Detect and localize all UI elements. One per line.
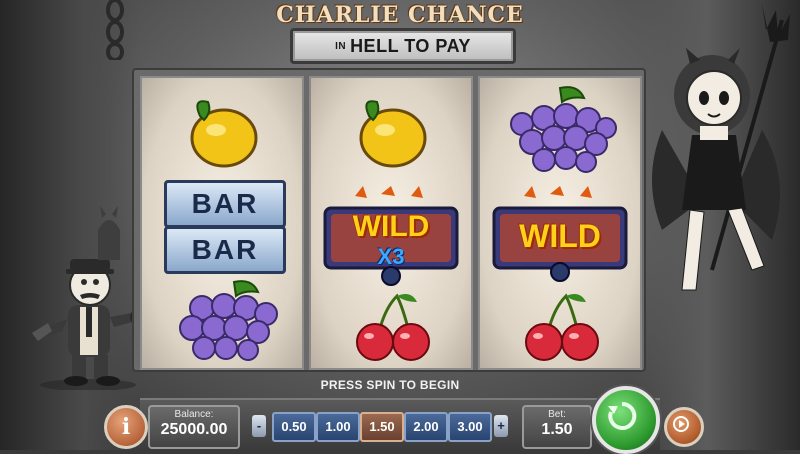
bar-top: BAR [164,180,286,228]
coin-value-button-selected[interactable]: 1.50 [360,412,404,442]
reel-2: WILD X3 [309,76,473,370]
coin-value-button[interactable]: 1.00 [316,412,360,442]
spin-button[interactable] [592,386,660,454]
bar-double-symbol: BAR BAR [164,180,286,274]
grapes-symbol [179,280,278,361]
bar-bottom: BAR [164,226,286,274]
reel-area: BAR BAR WILD X3 WILD [132,68,646,372]
coin-value-button[interactable]: 3.00 [448,412,492,442]
wild-x3-symbol: WILD X3 [319,186,463,286]
cherries-symbol [525,293,599,361]
bar-top-text: BAR [191,188,259,219]
game-title: CHARLIE CHANCE IN HELL TO PAY [270,0,530,64]
reel-3: WILD [478,76,642,370]
bet-display: Bet: 1.50 [522,405,592,449]
coin-value-selector: - 0.50 1.00 1.50 2.00 3.00 + [250,409,512,443]
autoplay-button[interactable] [664,407,704,447]
coin-value-button[interactable]: 0.50 [272,412,316,442]
lemon-symbol [190,100,258,168]
title-sub: IN HELL TO PAY [335,36,471,57]
balance-display: Balance: 25000.00 [148,405,240,449]
balance-value: 25000.00 [160,421,228,438]
wild-symbol: WILD [488,186,632,286]
info-button[interactable]: i [104,405,148,449]
wild-text: WILD [519,218,601,254]
reel-1: BAR BAR [140,76,304,370]
devil-character [652,4,790,291]
grapes-symbol [510,86,617,173]
minus-icon[interactable]: - [252,415,266,437]
coin-value-button[interactable]: 2.00 [404,412,448,442]
bet-value: 1.50 [541,421,573,438]
bar-bottom-text: BAR [191,234,259,265]
cherries-symbol [356,293,430,361]
info-icon: i [121,414,131,440]
chain-decoration [106,0,124,60]
title-main: CHARLIE CHANCE [276,2,524,28]
wild-text: WILD [352,210,430,243]
title-in-prefix: IN [335,41,347,53]
autoplay-icon [673,416,689,432]
devil-statue-decoration [98,206,120,260]
bet-label: Bet: [548,409,566,420]
plus-icon[interactable]: + [494,415,508,437]
spin-icon [608,401,637,430]
lemon-symbol [359,100,427,168]
status-message: PRESS SPIN TO BEGIN [320,378,460,392]
charlie-character [32,259,146,390]
title-plate: IN HELL TO PAY [290,28,516,64]
multiplier-text: X3 [377,244,405,269]
title-sub-text: HELL TO PAY [350,35,471,56]
balance-label: Balance: [174,409,214,420]
